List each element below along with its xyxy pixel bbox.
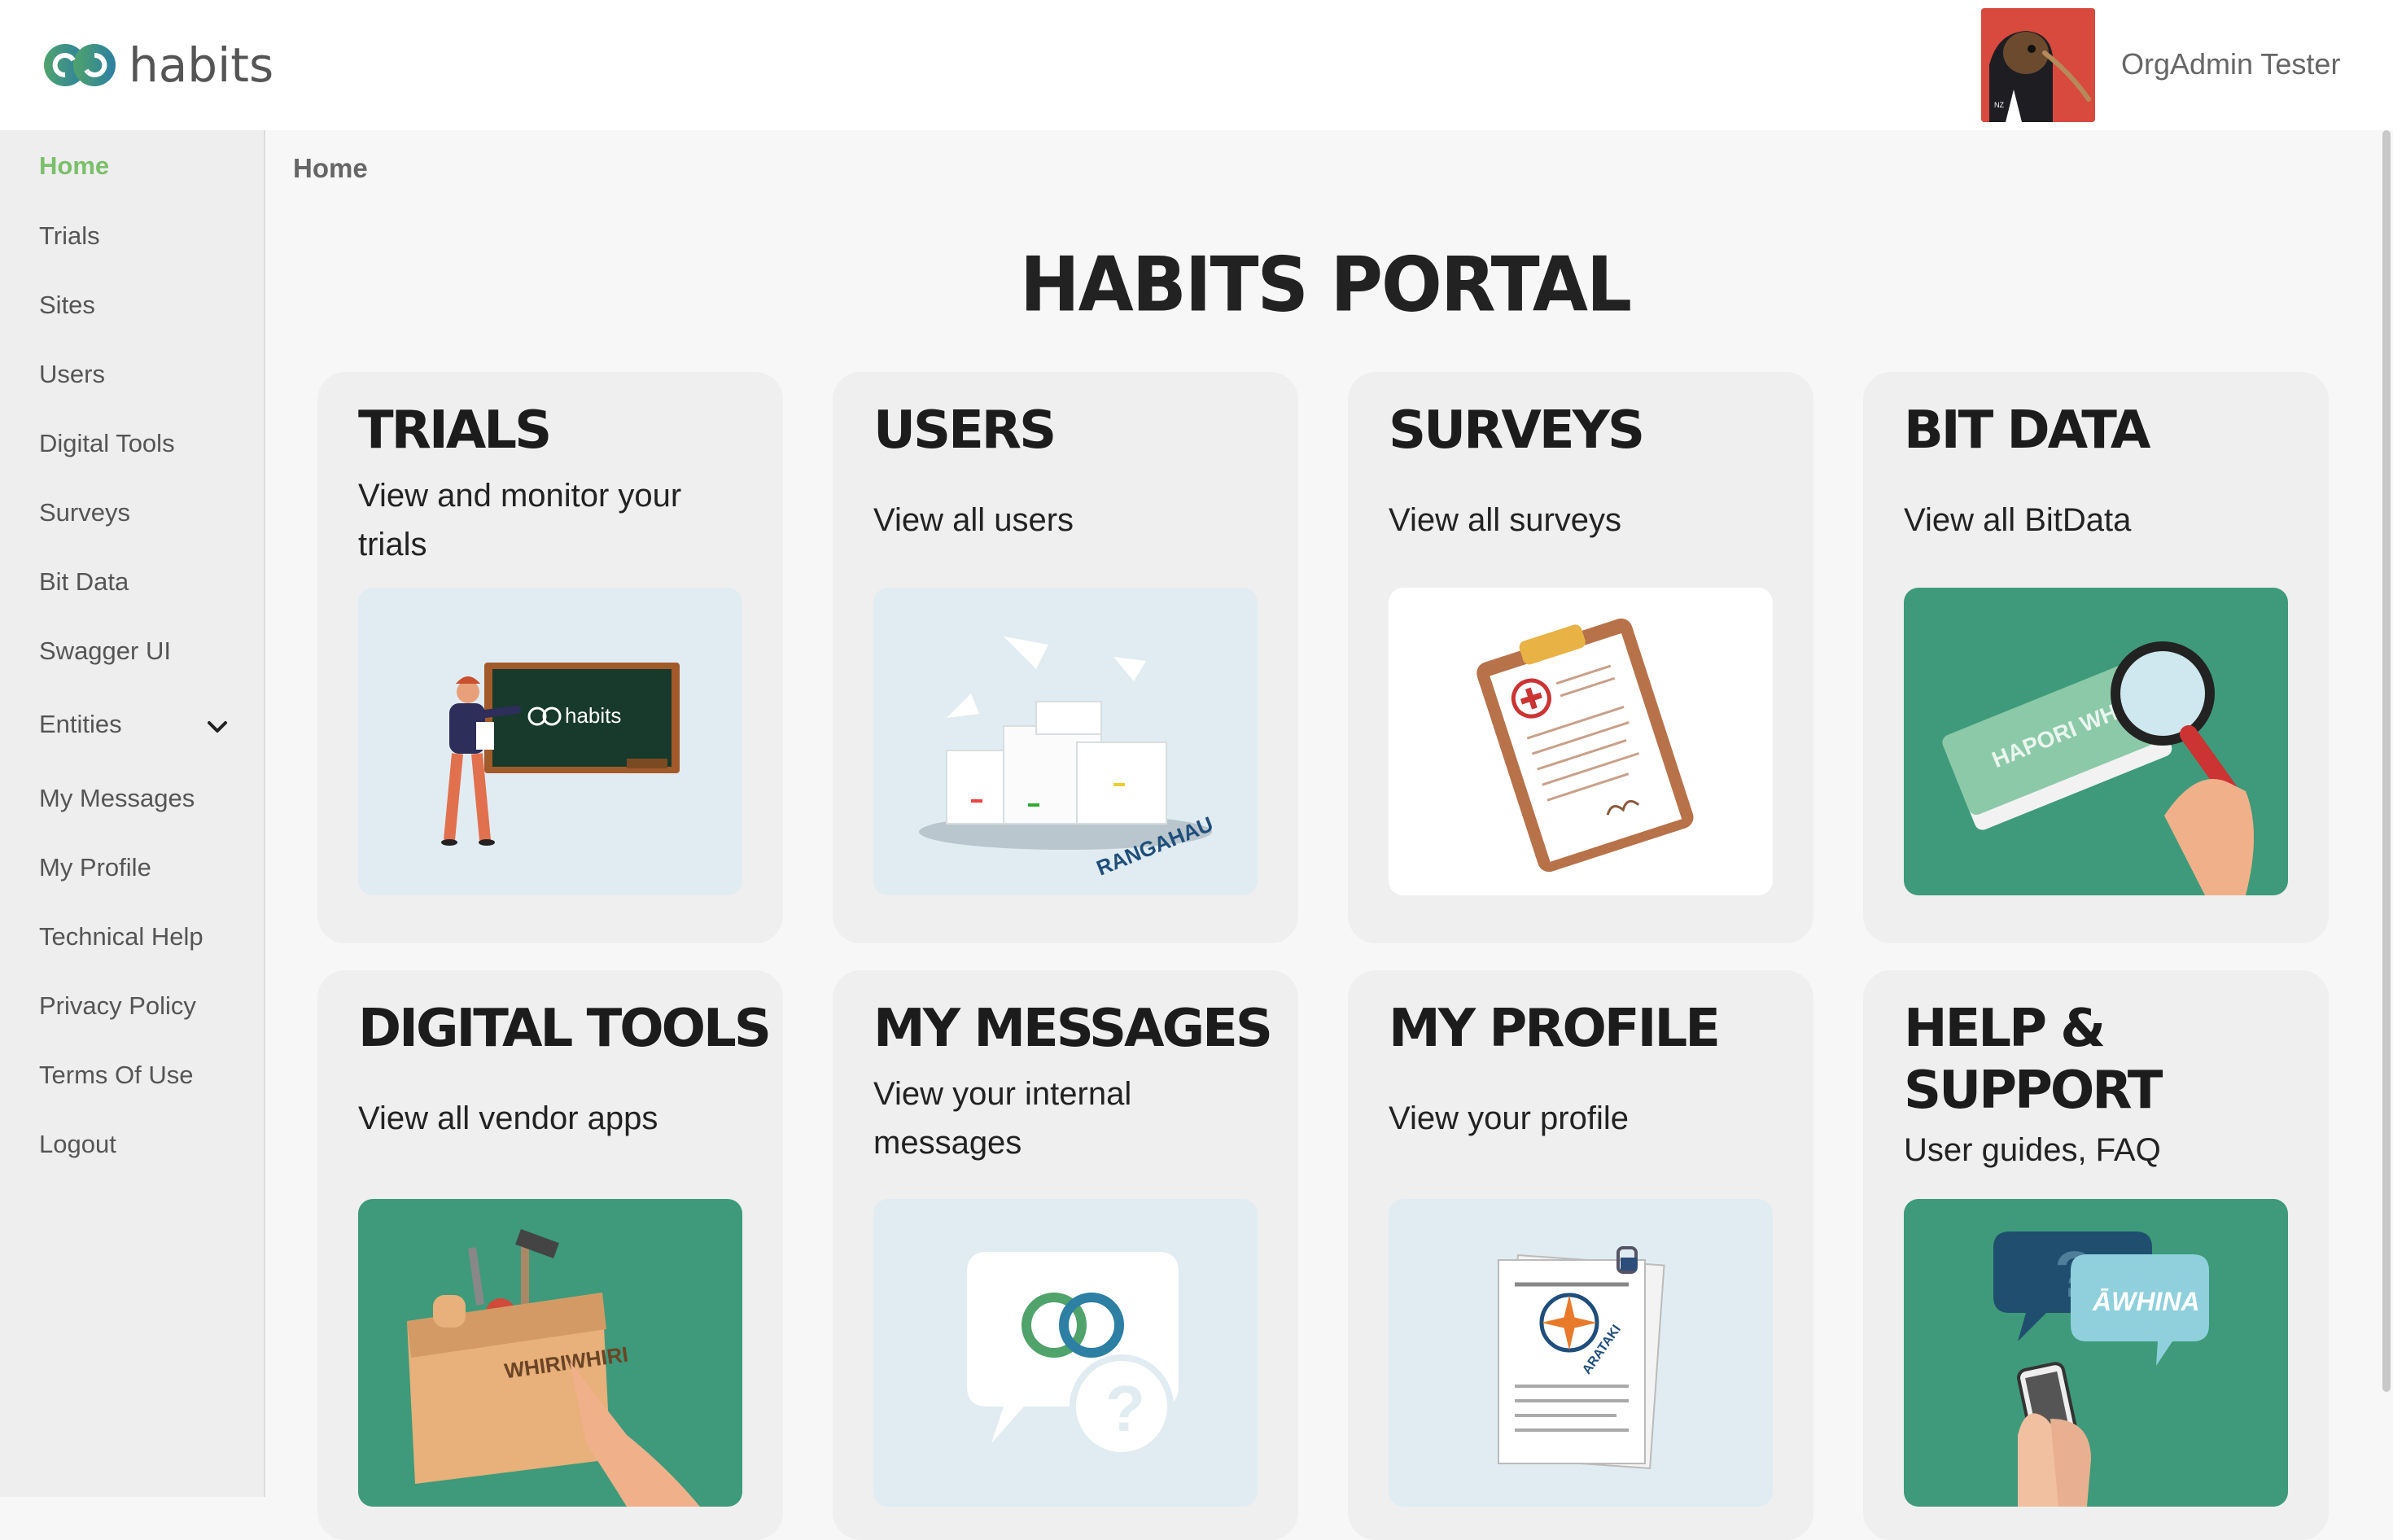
- card-trials[interactable]: TRIALS View and monitor your trials habi…: [317, 372, 783, 943]
- sidebar-item-sites[interactable]: Sites: [39, 291, 95, 320]
- sidebar: Home Trials Sites Users Digital Tools Su…: [0, 130, 265, 1497]
- card-title: HELP & SUPPORT: [1904, 998, 2181, 1122]
- kiwi-bird-icon: NZ: [1981, 8, 2095, 122]
- card-digital-tools[interactable]: DIGITAL TOOLS View all vendor apps WHIRI…: [317, 970, 783, 1540]
- card-my-messages[interactable]: MY MESSAGES View your internal messages …: [833, 970, 1298, 1540]
- card-title-text: HELP & SUPPORT: [1904, 999, 2163, 1121]
- card-title: TRIALS: [358, 400, 552, 461]
- sidebar-item-home[interactable]: Home: [39, 151, 109, 181]
- profile-document-illustration-icon: ARATAKI: [1498, 1246, 1665, 1470]
- svg-text:habits: habits: [565, 703, 621, 728]
- sidebar-item-trials[interactable]: Trials: [39, 221, 100, 251]
- logo-text: habits: [129, 37, 274, 93]
- card-help-support[interactable]: HELP & SUPPORT User guides, FAQ ? ĀWHINA: [1863, 970, 2329, 1540]
- card-description: View all vendor apps: [358, 1100, 658, 1136]
- card-title: DIGITAL TOOLS: [358, 999, 772, 1059]
- sidebar-item-terms-of-use[interactable]: Terms Of Use: [39, 1061, 193, 1090]
- book-magnifier-illustration-icon: HAPORI WHĀNUI: [1942, 641, 2254, 895]
- paper-stacks-illustration-icon: RANGAHAU: [919, 637, 1217, 881]
- sidebar-item-my-messages[interactable]: My Messages: [39, 784, 195, 813]
- card-description: View your profile: [1389, 1100, 1629, 1136]
- card-description: View all surveys: [1389, 502, 1622, 538]
- sidebar-item-surveys[interactable]: Surveys: [39, 498, 130, 527]
- card-description: User guides, FAQ: [1904, 1132, 2161, 1168]
- user-name[interactable]: OrgAdmin Tester: [2121, 47, 2340, 81]
- svg-text:?: ?: [1105, 1372, 1145, 1445]
- card-bit-data[interactable]: BIT DATA View all BitData HAPORI WHĀNUI: [1863, 372, 2329, 943]
- sidebar-item-privacy-policy[interactable]: Privacy Policy: [39, 991, 196, 1021]
- help-phone-illustration-icon: ? ĀWHINA: [1993, 1232, 2209, 1507]
- sidebar-item-technical-help[interactable]: Technical Help: [39, 922, 203, 952]
- card-title: SURVEYS: [1389, 400, 1645, 461]
- sidebar-item-digital-tools[interactable]: Digital Tools: [39, 429, 175, 458]
- card-description: View all BitData: [1904, 502, 2132, 538]
- sidebar-item-logout[interactable]: Logout: [39, 1130, 116, 1159]
- sidebar-item-users[interactable]: Users: [39, 360, 105, 389]
- card-image: ARATAKI: [1389, 1199, 1773, 1507]
- page-title: HABITS PORTAL: [1019, 240, 1632, 329]
- card-image: ?: [873, 1199, 1258, 1507]
- top-header: habits NZ OrgAdmin Tester: [0, 0, 2393, 130]
- card-image: ? ĀWHINA: [1904, 1199, 2288, 1507]
- card-description: View and monitor your trials: [358, 478, 682, 562]
- card-users[interactable]: USERS View all users RANGAHAU: [833, 372, 1298, 943]
- sidebar-item-swagger-ui[interactable]: Swagger UI: [39, 637, 171, 666]
- scrollbar-thumb[interactable]: [2382, 130, 2391, 1392]
- card-my-profile[interactable]: MY PROFILE View your profile ARATAKI: [1348, 970, 1813, 1540]
- awhina-label: ĀWHINA: [2092, 1287, 2200, 1316]
- sidebar-item-my-profile[interactable]: My Profile: [39, 853, 151, 882]
- card-description: View all users: [873, 502, 1074, 538]
- toolbox-illustration-icon: WHIRIWHIRI: [407, 1229, 700, 1507]
- card-image: HAPORI WHĀNUI: [1904, 588, 2288, 895]
- habits-logo[interactable]: habits: [41, 37, 273, 93]
- avatar[interactable]: NZ: [1981, 8, 2095, 122]
- card-title: MY PROFILE: [1389, 999, 1721, 1059]
- scrollbar[interactable]: [2380, 130, 2393, 1400]
- sidebar-item-bit-data[interactable]: Bit Data: [39, 567, 129, 597]
- card-image: habits: [358, 588, 742, 895]
- card-image: [1389, 588, 1773, 895]
- chevron-down-icon[interactable]: [207, 720, 228, 734]
- speech-bubble-illustration-icon: ?: [967, 1252, 1179, 1459]
- card-title: MY MESSAGES: [873, 999, 1273, 1059]
- card-title: BIT DATA: [1904, 400, 2150, 461]
- svg-text:NZ: NZ: [1994, 101, 2004, 109]
- breadcrumb[interactable]: Home: [293, 153, 368, 184]
- habits-logo-icon: [44, 44, 116, 86]
- sidebar-item-entities[interactable]: Entities: [39, 710, 122, 739]
- card-title: USERS: [873, 400, 1057, 461]
- card-description: View your internal messages: [873, 1076, 1132, 1161]
- card-image: WHIRIWHIRI: [358, 1199, 742, 1507]
- card-surveys[interactable]: SURVEYS View all surveys: [1348, 372, 1813, 943]
- card-image: RANGAHAU: [873, 588, 1258, 895]
- teacher-chalkboard-illustration-icon: habits: [441, 663, 680, 846]
- clipboard-illustration-icon: [1476, 618, 1694, 873]
